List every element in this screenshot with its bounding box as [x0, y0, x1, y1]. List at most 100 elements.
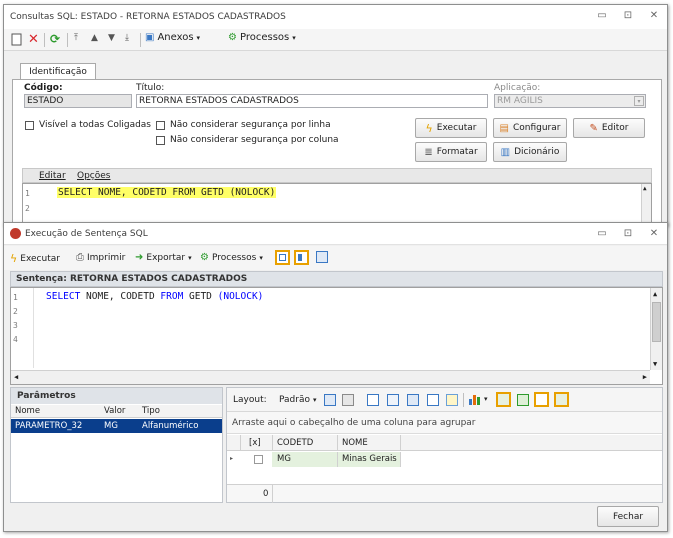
delete-layout-icon[interactable]: [342, 394, 354, 406]
sql-keyword-select: SELECT: [46, 291, 81, 302]
footer-icon[interactable]: [427, 394, 439, 406]
col-nome[interactable]: Nome: [15, 406, 40, 416]
grid-view-icon[interactable]: [367, 394, 379, 406]
line-number: 4: [13, 335, 18, 344]
main-toolbar: ✕ ⟳ ⤒ ▲ ▼ ⤓ ▣ Anexos ▾ ⚙ Processos ▾: [4, 29, 667, 51]
toggle-view-icon[interactable]: [496, 392, 511, 407]
delete-icon[interactable]: ✕: [28, 32, 39, 47]
sql-query-titlebar: Consultas SQL: ESTADO - RETORNA ESTADOS …: [4, 5, 667, 29]
exportar-button[interactable]: ➜ Exportar ▾: [135, 252, 192, 263]
back-sql-editor[interactable]: 1 2 SELECT NOME, CODETD FROM GETD (NOLOC…: [22, 183, 652, 227]
save-layout-icon[interactable]: [324, 394, 336, 406]
line-number: 1: [25, 189, 30, 198]
sql-nolock: (NOLOCK): [217, 291, 264, 302]
line-number: 2: [13, 307, 18, 316]
bar-chart-icon: [469, 395, 480, 405]
close-icon[interactable]: ✕: [647, 10, 661, 22]
minimize-icon[interactable]: ▭: [595, 228, 609, 240]
horizontal-scrollbar[interactable]: ◀ ▶: [11, 370, 650, 384]
results-toolbar: Layout: Padrão ▾ ▾: [227, 388, 662, 412]
vertical-scrollbar[interactable]: ▲ ▼: [650, 288, 662, 370]
row-indicator-icon: ▸: [230, 455, 234, 462]
layout-grid-icon[interactable]: [316, 251, 328, 263]
maximize-icon[interactable]: ⊡: [621, 228, 635, 240]
layout-top-toggle-icon[interactable]: [275, 250, 290, 265]
dicionario-button[interactable]: ▥ Dicionário: [493, 142, 567, 162]
highlight-icon[interactable]: [446, 394, 458, 406]
parameters-title: Parâmetros: [17, 391, 76, 401]
previous-record-icon[interactable]: ▲: [91, 33, 98, 43]
param-valor[interactable]: MG: [104, 421, 118, 431]
chevron-down-icon: ▾: [188, 253, 192, 262]
row-checkbox[interactable]: [254, 455, 263, 464]
format-icon: ≣: [424, 146, 433, 158]
fechar-button[interactable]: Fechar: [597, 506, 659, 527]
menu-opcoes[interactable]: Opções: [77, 171, 110, 181]
dictionary-icon: ▥: [500, 146, 511, 158]
chart-dropdown[interactable]: ▾: [468, 393, 488, 405]
layout-side-toggle-icon[interactable]: [294, 250, 309, 265]
window-title: Execução de Sentença SQL: [25, 228, 148, 239]
export-icon: ➜: [135, 252, 144, 263]
imprimir-button[interactable]: ⎙ Imprimir: [76, 252, 125, 263]
group-by-area[interactable]: Arraste aqui o cabeçalho de uma coluna p…: [227, 412, 662, 434]
executar-tool-button[interactable]: ϟ Executar: [10, 252, 60, 265]
refresh-icon[interactable]: ⟳: [50, 32, 60, 46]
col-nome[interactable]: NOME: [342, 438, 368, 448]
codigo-field[interactable]: ESTADO: [24, 94, 132, 108]
col-tipo[interactable]: Tipo: [142, 406, 160, 416]
param-nome: PARAMETRO_32: [15, 421, 83, 431]
toggle-detail-icon[interactable]: [534, 392, 549, 407]
first-record-icon[interactable]: ⤒: [74, 33, 78, 43]
toggle-summary-icon[interactable]: [554, 392, 569, 407]
new-doc-icon[interactable]: [11, 33, 22, 46]
aplicacao-select[interactable]: RM AGILIS ▾: [494, 94, 646, 108]
parameters-columns: Nome Valor Tipo: [11, 405, 222, 418]
chk-seg-coluna[interactable]: [156, 136, 165, 145]
processos-button[interactable]: ⚙ Processos ▾: [228, 32, 296, 43]
chk-coligadas[interactable]: [25, 121, 34, 130]
lightning-icon: ϟ: [425, 121, 433, 135]
col-valor[interactable]: Valor: [104, 406, 125, 416]
chk-seg-linha[interactable]: [156, 121, 165, 130]
chk-seg-coluna-label: Não considerar segurança por coluna: [170, 135, 339, 145]
formatar-button[interactable]: ≣ Formatar: [415, 142, 487, 162]
gear-process-icon: ⚙: [228, 32, 237, 43]
chevron-down-icon[interactable]: ▾: [634, 96, 644, 106]
editor-button[interactable]: ✎ Editor: [573, 118, 645, 138]
titulo-field[interactable]: RETORNA ESTADOS CADASTRADOS: [136, 94, 488, 108]
sentence-header: Sentença: RETORNA ESTADOS CADASTRADOS: [10, 271, 663, 287]
group-panel-icon[interactable]: [407, 394, 419, 406]
processos-tool-button[interactable]: ⚙ Processos ▾: [200, 252, 263, 263]
configurar-button[interactable]: ▤ Configurar: [493, 118, 567, 138]
col-codetd[interactable]: CODETD: [277, 438, 313, 448]
minimize-icon[interactable]: ▭: [595, 10, 609, 22]
menu-editar[interactable]: Editar: [39, 171, 66, 181]
chk-seg-linha-label: Não considerar segurança por linha: [170, 120, 331, 130]
sql-execution-window: Execução de Sentença SQL ▭ ⊡ ✕ ϟ Executa…: [3, 222, 668, 532]
attachment-icon: ▣: [145, 32, 155, 43]
export-excel-icon[interactable]: [517, 394, 529, 406]
padrao-dropdown[interactable]: Padrão ▾: [279, 395, 317, 405]
lightning-icon: ϟ: [10, 252, 18, 265]
col-select[interactable]: [x]: [249, 438, 261, 448]
filter-row-icon[interactable]: [387, 394, 399, 406]
front-sql-editor[interactable]: 1 2 3 4 SELECT NOME, CODETD FROM GETD (N…: [10, 287, 663, 385]
next-record-icon[interactable]: ▼: [108, 33, 115, 43]
group-hint: Arraste aqui o cabeçalho de uma coluna p…: [232, 418, 476, 428]
anexos-button[interactable]: ▣ Anexos ▾: [145, 32, 200, 43]
line-number: 2: [25, 204, 30, 213]
parameters-header: Parâmetros: [11, 388, 222, 404]
last-record-icon[interactable]: ⤓: [125, 33, 129, 43]
results-panel: Layout: Padrão ▾ ▾ Arraste aqui o cabeça…: [226, 387, 663, 503]
pencil-icon: ✎: [589, 122, 598, 134]
maximize-icon[interactable]: ⊡: [621, 10, 635, 22]
table-row[interactable]: ▸ MG Minas Gerais: [227, 452, 662, 467]
tab-identificacao[interactable]: Identificação: [20, 63, 96, 80]
executar-button[interactable]: ϟ Executar: [415, 118, 487, 138]
footer-count: 0: [263, 489, 269, 499]
vertical-scrollbar[interactable]: ▲: [641, 184, 651, 226]
close-icon[interactable]: ✕: [647, 228, 661, 240]
cell-codetd: MG: [277, 454, 291, 464]
parameter-row[interactable]: PARAMETRO_32 MG Alfanumérico: [11, 419, 222, 433]
